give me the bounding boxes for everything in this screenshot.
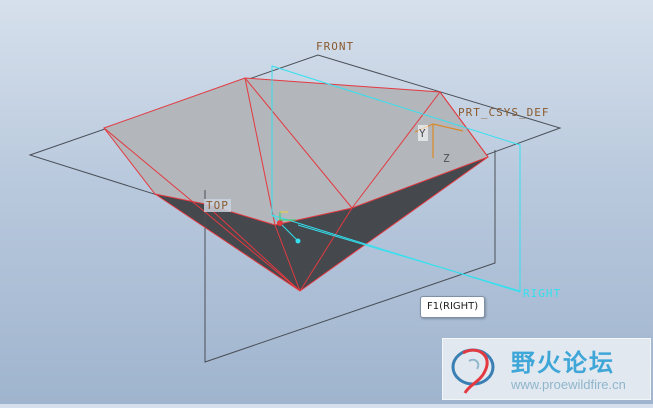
right-plane-label[interactable]: RIGHT — [523, 287, 561, 300]
front-plane-handle[interactable] — [295, 238, 301, 244]
csys-label[interactable]: PRT_CSYS_DEF — [458, 106, 549, 119]
front-plane-label[interactable]: FRONT — [316, 40, 354, 53]
watermark: 野火论坛 www.proewildfire.cn — [442, 338, 651, 400]
part-top-face[interactable] — [104, 78, 488, 225]
csys-z-label: Z — [443, 152, 451, 165]
watermark-logo-icon — [451, 348, 495, 394]
watermark-url: www.proewildfire.cn — [511, 377, 626, 392]
selection-tooltip: F1(RIGHT) — [420, 296, 486, 318]
watermark-brand: 野火论坛 — [511, 349, 615, 377]
top-plane-label[interactable]: TOP — [206, 199, 229, 212]
csys-y-label: Y — [419, 127, 427, 140]
